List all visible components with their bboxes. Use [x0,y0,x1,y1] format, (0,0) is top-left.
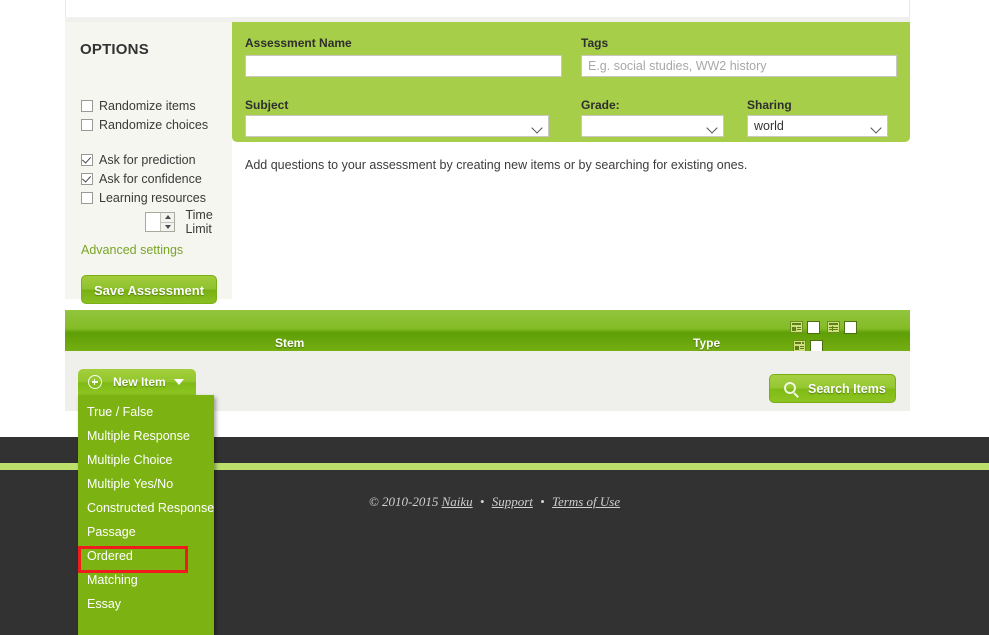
chevron-down-icon [870,122,882,134]
footer-copyright: © 2010-2015 [368,494,439,509]
option-ask-for-confidence[interactable]: Ask for confidence [81,172,202,186]
plus-circle-icon [88,375,102,389]
new-item-dropdown-menu[interactable]: True / False Multiple Response Multiple … [78,395,214,635]
menu-item-passage[interactable]: Passage [78,520,214,544]
table-view-icon[interactable] [827,321,840,333]
column-header-stem: Stem [275,336,305,350]
sharing-label: Sharing [747,98,792,112]
assessment-form-panel: Assessment Name Tags Subject Grade: Shar… [232,22,910,142]
column-header-type: Type [693,336,721,350]
menu-item-ordered[interactable]: Ordered [78,544,214,568]
search-items-button[interactable]: Search Items [769,374,896,403]
app-page: OPTIONS Randomize items Randomize choice… [0,0,989,635]
sharing-select[interactable]: world [747,115,888,137]
menu-item-true-false[interactable]: True / False [78,400,214,424]
option-learning-resources[interactable]: Learning resources [81,191,206,205]
add-questions-hint: Add questions to your assessment by crea… [245,158,748,172]
footer-separator-1: • [479,494,485,509]
table-view-checkbox[interactable] [844,321,857,334]
randomize-choices-checkbox[interactable] [81,119,93,131]
chevron-down-icon[interactable] [161,223,174,232]
advanced-settings-link[interactable]: Advanced settings [81,243,183,257]
menu-item-multiple-choice[interactable]: Multiple Choice [78,448,214,472]
search-icon [784,382,796,394]
view-toggle-icon-group [790,316,900,353]
menu-item-essay[interactable]: Essay [78,592,214,616]
menu-item-constructed-response[interactable]: Constructed Response [78,496,214,520]
items-table-header: Stem Type [65,310,910,353]
ask-for-prediction-checkbox[interactable] [81,154,93,166]
assessment-name-input[interactable] [245,55,562,77]
tags-input[interactable] [581,55,897,77]
footer-support-link[interactable]: Support [492,494,533,509]
ask-for-confidence-label: Ask for confidence [99,172,202,186]
randomize-items-label: Randomize items [99,99,196,113]
randomize-choices-label: Randomize choices [99,118,209,132]
time-limit-label: Time Limit [185,208,213,236]
randomize-items-checkbox[interactable] [81,100,93,112]
ask-for-prediction-label: Ask for prediction [99,153,196,167]
option-ask-for-prediction[interactable]: Ask for prediction [81,153,196,167]
grid-view-icon[interactable] [790,321,803,333]
chevron-down-icon [706,122,718,134]
footer-terms-link[interactable]: Terms of Use [552,494,620,509]
time-limit-stepper[interactable] [145,212,176,232]
learning-resources-label: Learning resources [99,191,207,205]
time-limit-stepper-buttons[interactable] [160,213,175,232]
grade-label: Grade: [581,98,620,112]
menu-item-matching[interactable]: Matching [78,568,214,592]
content-top-strip [65,0,910,17]
assessment-name-label: Assessment Name [245,36,352,50]
subject-label: Subject [245,98,289,112]
sharing-select-value: world [754,119,784,133]
grid-view-checkbox[interactable] [807,321,820,334]
chevron-down-icon [531,122,543,134]
time-limit-input[interactable] [146,213,160,231]
footer-brand-link[interactable]: Naiku [442,494,473,509]
menu-item-multiple-yes-no[interactable]: Multiple Yes/No [78,472,214,496]
learning-resources-checkbox[interactable] [81,192,93,204]
option-randomize-items[interactable]: Randomize items [81,99,196,113]
new-item-button-label: New Item [113,375,166,389]
menu-item-multiple-response[interactable]: Multiple Response [78,424,214,448]
save-assessment-button[interactable]: Save Assessment [81,275,217,304]
grade-select[interactable] [581,115,724,137]
chevron-up-icon[interactable] [161,213,175,223]
tags-label: Tags [581,36,609,50]
caret-down-icon [174,379,184,385]
option-randomize-choices[interactable]: Randomize choices [81,118,221,133]
ask-for-confidence-checkbox[interactable] [81,173,93,185]
time-limit-row: Time Limit [145,208,232,236]
new-item-button[interactable]: New Item [78,369,196,395]
subject-select[interactable] [245,115,549,137]
footer-separator-2: • [540,494,545,509]
options-panel-title: OPTIONS [80,41,149,58]
search-items-button-label: Search Items [808,382,886,396]
options-panel: OPTIONS Randomize items Randomize choice… [65,22,232,304]
